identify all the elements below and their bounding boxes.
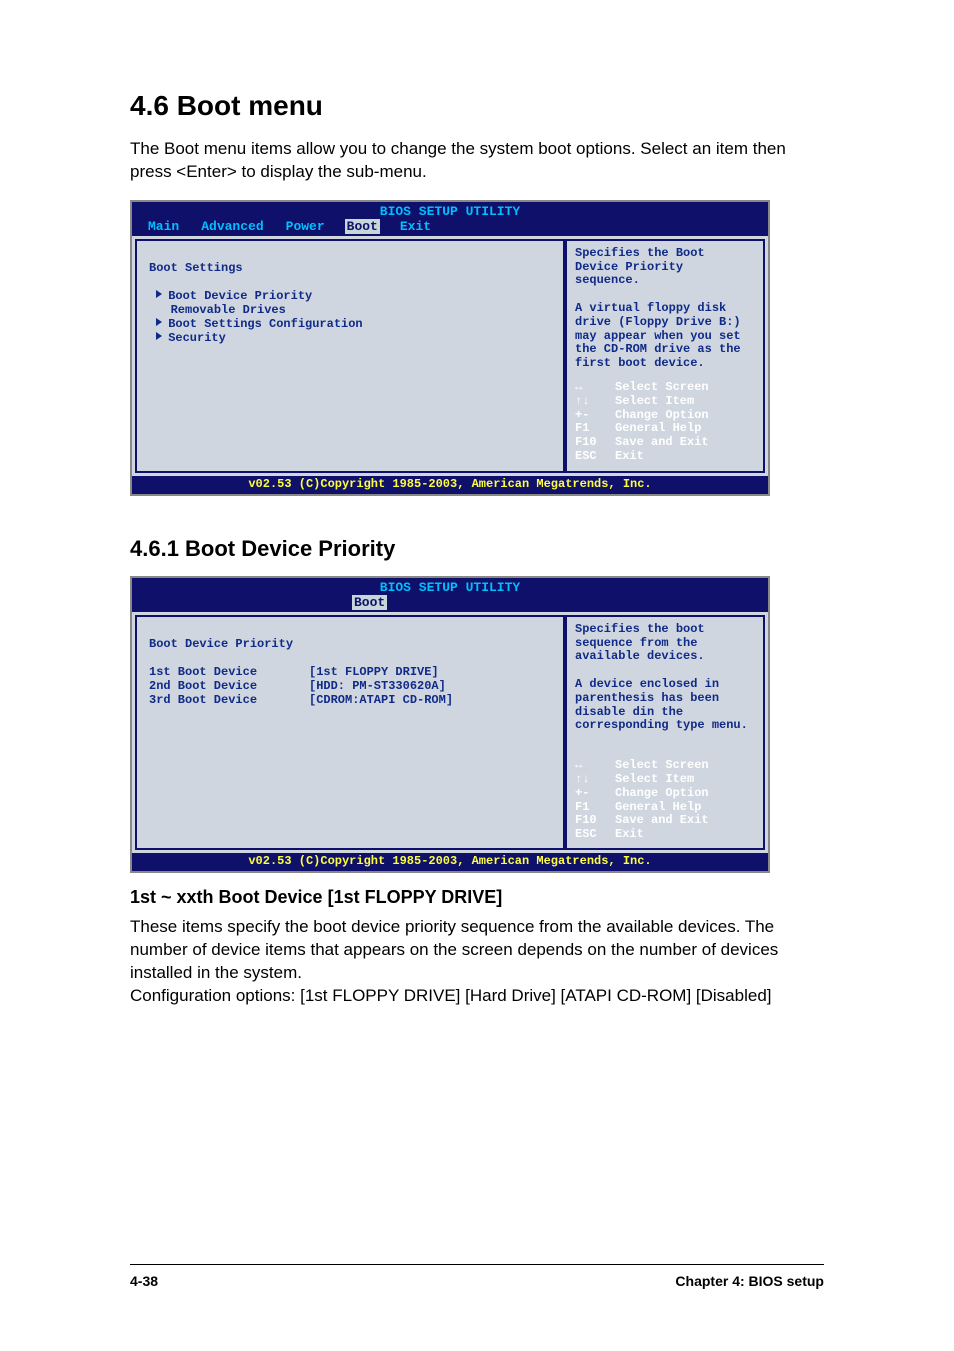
key-desc: Exit <box>615 828 644 842</box>
bios-item: Removable Drives <box>171 303 286 317</box>
key-desc: Select Item <box>615 395 694 409</box>
triangle-icon <box>156 332 162 340</box>
key: +- <box>575 787 615 801</box>
bios-tab-boot: Boot <box>352 595 387 610</box>
bios-tab-bar: Boot <box>132 595 768 612</box>
triangle-icon <box>156 318 162 326</box>
intro-text: The Boot menu items allow you to change … <box>130 138 824 184</box>
bios-copyright-footer: v02.53 (C)Copyright 1985-2003, American … <box>132 476 768 494</box>
key-desc: Save and Exit <box>615 436 709 450</box>
key-desc: Select Item <box>615 773 694 787</box>
bios-screenshot-boot-settings: BIOS SETUP UTILITY Main Advanced Power B… <box>130 200 770 496</box>
bios-row-value: [HDD: PM-ST330620A] <box>309 679 446 693</box>
key-desc: Save and Exit <box>615 814 709 828</box>
page-footer: 4-38 Chapter 4: BIOS setup <box>130 1264 824 1289</box>
triangle-icon <box>156 290 162 298</box>
key-desc: General Help <box>615 801 701 815</box>
subsection-heading: 4.6.1 Boot Device Priority <box>130 536 824 562</box>
key-desc: Select Screen <box>615 381 709 395</box>
bios-item: Boot Settings Configuration <box>168 317 362 331</box>
bios-tab-main: Main <box>146 219 181 234</box>
bios-tab-bar: Main Advanced Power Boot Exit <box>132 219 768 236</box>
chapter-label: Chapter 4: BIOS setup <box>675 1273 824 1289</box>
bios-utility-title: BIOS SETUP UTILITY <box>132 578 768 595</box>
option-heading: 1st ~ xxth Boot Device [1st FLOPPY DRIVE… <box>130 887 824 908</box>
bios-help-text: Specifies the boot sequence from the ava… <box>575 623 755 733</box>
bios-section-title: Boot Device Priority <box>149 637 293 651</box>
bios-tab-advanced: Advanced <box>199 219 265 234</box>
key: +- <box>575 409 615 423</box>
key-desc: Change Option <box>615 409 709 423</box>
bios-tab-boot: Boot <box>345 219 380 234</box>
key: ↑↓ <box>575 773 615 787</box>
key: ↔ <box>575 759 615 773</box>
key: F10 <box>575 436 615 450</box>
bios-left-pane: Boot Device Priority 1st Boot Device[1st… <box>135 615 565 850</box>
bios-screenshot-boot-priority: BIOS SETUP UTILITY Boot Boot Device Prio… <box>130 576 770 873</box>
bios-row-value: [CDROM:ATAPI CD-ROM] <box>309 693 453 707</box>
bios-help-text: Specifies the Boot Device Priority seque… <box>575 247 755 371</box>
bios-item: Boot Device Priority <box>168 289 312 303</box>
key-desc: Exit <box>615 450 644 464</box>
bios-tab-power: Power <box>284 219 327 234</box>
bios-key-legend: ↔Select Screen ↑↓Select Item +-Change Op… <box>575 381 755 464</box>
bios-copyright-footer: v02.53 (C)Copyright 1985-2003, American … <box>132 853 768 871</box>
bios-key-legend: ↔Select Screen ↑↓Select Item +-Change Op… <box>575 759 755 842</box>
key: ↑↓ <box>575 395 615 409</box>
bios-tab-exit: Exit <box>398 219 433 234</box>
bios-left-pane: Boot Settings Boot Device Priority Remov… <box>135 239 565 473</box>
key: F1 <box>575 801 615 815</box>
option-body: These items specify the boot device prio… <box>130 916 824 1008</box>
key: ESC <box>575 450 615 464</box>
key-desc: Select Screen <box>615 759 709 773</box>
key: ESC <box>575 828 615 842</box>
key: F10 <box>575 814 615 828</box>
key-desc: Change Option <box>615 787 709 801</box>
bios-row-label: 2nd Boot Device <box>149 679 309 693</box>
bios-row-label: 1st Boot Device <box>149 665 309 679</box>
bios-help-pane: Specifies the Boot Device Priority seque… <box>565 239 765 473</box>
page-number: 4-38 <box>130 1273 158 1289</box>
bios-row-value: [1st FLOPPY DRIVE] <box>309 665 439 679</box>
section-heading: 4.6 Boot menu <box>130 90 824 122</box>
bios-help-pane: Specifies the boot sequence from the ava… <box>565 615 765 850</box>
key-desc: General Help <box>615 422 701 436</box>
bios-item: Security <box>168 331 226 345</box>
bios-section-title: Boot Settings <box>149 261 243 275</box>
key: ↔ <box>575 381 615 395</box>
key: F1 <box>575 422 615 436</box>
bios-row-label: 3rd Boot Device <box>149 693 309 707</box>
bios-utility-title: BIOS SETUP UTILITY <box>132 202 768 219</box>
